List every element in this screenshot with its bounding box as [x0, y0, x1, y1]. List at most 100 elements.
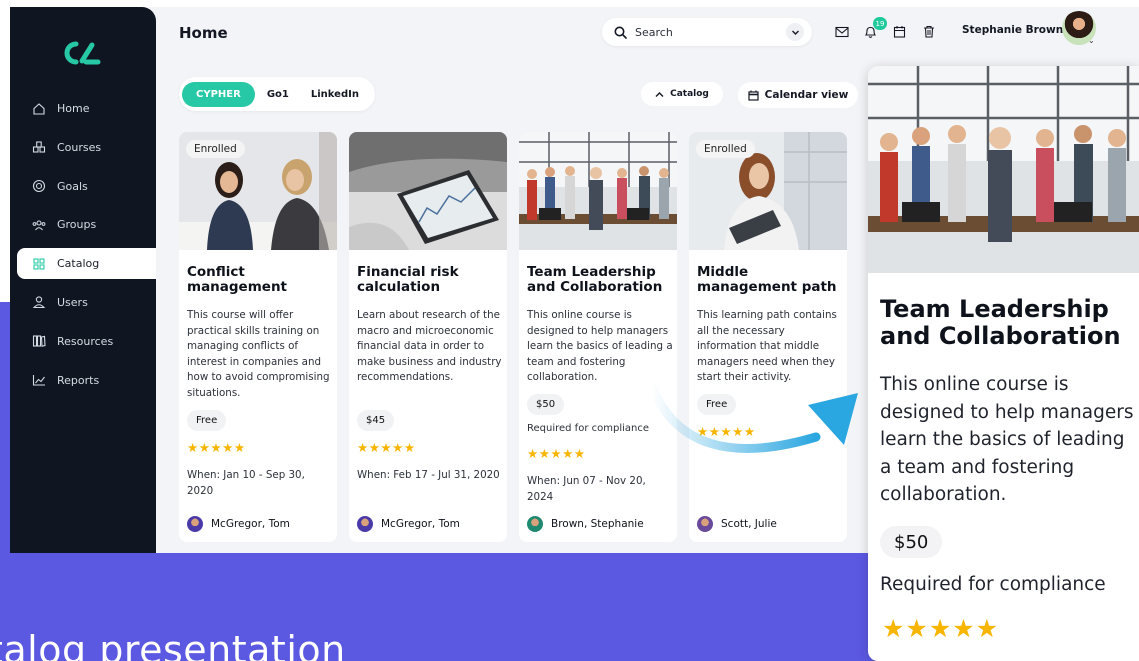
tab-linkedin[interactable]: LinkedIn	[301, 83, 369, 106]
calendar-view-button[interactable]: Calendar view	[738, 82, 858, 108]
course-image	[868, 66, 1139, 273]
reports-icon	[32, 373, 46, 387]
catalog-icon	[32, 257, 46, 271]
goals-icon	[32, 179, 46, 193]
catalog-button-label: Catalog	[670, 89, 709, 99]
course-author: Brown, Stephanie	[527, 516, 644, 532]
author-name: Brown, Stephanie	[551, 518, 644, 530]
resources-icon	[32, 334, 46, 348]
chevron-down-icon[interactable]: ⌄	[1088, 36, 1095, 45]
calendar-icon[interactable]	[892, 24, 907, 39]
course-dates: When: Jan 10 - Sep 30, 2020	[187, 469, 305, 497]
search-bar[interactable]	[602, 18, 812, 46]
rating-stars: ★★★★★	[187, 441, 246, 455]
course-title[interactable]: Conflict management	[187, 265, 332, 295]
calendar-icon	[748, 90, 759, 101]
sidebar: Home Courses Goals Groups Catalog Users …	[10, 7, 156, 553]
avatar	[697, 516, 713, 532]
course-card-team-leadership[interactable]: Team Leadership and Collaboration This o…	[519, 132, 677, 542]
search-input[interactable]	[635, 25, 775, 39]
course-image	[519, 132, 677, 250]
avatar	[357, 516, 373, 532]
user-icon	[32, 295, 46, 309]
price-badge: Free	[187, 410, 227, 431]
notification-badge: 19	[873, 17, 887, 30]
enrolled-badge: Enrolled	[696, 140, 755, 158]
tab-cypher[interactable]: CYPHER	[182, 81, 255, 107]
tab-go1[interactable]: Go1	[257, 83, 299, 106]
enrolled-badge: Enrolled	[186, 140, 245, 158]
zoomed-course-title: Team Leadership and Collaboration	[880, 295, 1121, 350]
author-name: McGregor, Tom	[211, 518, 290, 530]
course-image: Enrolled	[179, 132, 337, 250]
course-card-conflict-management[interactable]: Enrolled Conflict management This course…	[179, 132, 337, 542]
course-photo	[349, 132, 507, 250]
chevron-down-icon[interactable]	[786, 23, 804, 41]
course-title[interactable]: Middle management path	[697, 265, 842, 295]
rating-stars: ★★★★★	[527, 447, 586, 461]
zoomed-course-card[interactable]: Team Leadership and Collaboration This o…	[868, 66, 1139, 661]
sidebar-item-label: Reports	[57, 373, 100, 387]
sidebar-item-courses[interactable]: Courses	[17, 132, 156, 163]
price-badge: $45	[357, 410, 395, 431]
course-card-financial-risk[interactable]: Financial risk calculation Learn about r…	[349, 132, 507, 542]
course-description: This course will offer practical skills …	[187, 309, 330, 399]
source-tabs: CYPHER Go1 LinkedIn	[179, 77, 375, 111]
sidebar-item-label: Resources	[57, 334, 114, 348]
avatar	[527, 516, 543, 532]
course-dates: When: Feb 17 - Jul 31, 2020	[357, 469, 500, 481]
search-icon	[614, 26, 627, 39]
presentation-slide: talog presentation Home Courses Goals Gr…	[0, 0, 1139, 661]
sidebar-item-home[interactable]: Home	[17, 93, 156, 124]
sidebar-nav: Home Courses Goals Groups Catalog Users …	[17, 93, 156, 403]
user-name[interactable]: Stephanie Brown	[962, 24, 1063, 36]
course-title[interactable]: Team Leadership and Collaboration	[527, 265, 672, 295]
slide-caption: talog presentation	[0, 628, 346, 661]
price-badge: $50	[527, 394, 565, 415]
rating-stars: ★★★★★	[357, 441, 416, 455]
sidebar-item-catalog[interactable]: Catalog	[17, 248, 156, 280]
course-image	[349, 132, 507, 250]
courses-icon	[32, 140, 46, 154]
sidebar-item-label: Catalog	[57, 257, 100, 271]
course-description: This online course is designed to help m…	[527, 309, 673, 383]
course-description: Learn about research of the macro and mi…	[357, 309, 502, 383]
zoomed-price-badge: $50	[880, 526, 943, 558]
chevron-up-icon	[655, 91, 664, 97]
sidebar-item-resources[interactable]: Resources	[17, 326, 156, 357]
trash-icon[interactable]	[921, 24, 936, 39]
course-author: McGregor, Tom	[187, 516, 290, 532]
calendar-view-label: Calendar view	[764, 89, 849, 101]
author-name: McGregor, Tom	[381, 518, 460, 530]
sidebar-item-users[interactable]: Users	[17, 287, 156, 318]
course-photo	[519, 132, 677, 250]
course-author: McGregor, Tom	[357, 516, 460, 532]
course-image: Enrolled	[689, 132, 847, 250]
course-author: Scott, Julie	[697, 516, 777, 532]
compliance-label: Required for compliance	[527, 423, 649, 434]
mail-icon[interactable]	[834, 24, 849, 39]
home-icon	[32, 102, 46, 116]
sidebar-item-groups[interactable]: Groups	[17, 209, 156, 240]
sidebar-item-label: Groups	[57, 218, 97, 232]
bell-icon[interactable]: 19	[863, 17, 887, 39]
brand-logo[interactable]	[62, 40, 102, 66]
course-card-middle-management[interactable]: Enrolled Middle management path This lea…	[689, 132, 847, 542]
sidebar-item-goals[interactable]: Goals	[17, 171, 156, 202]
course-dates: When: Jun 07 - Nov 20, 2024	[527, 475, 646, 503]
catalog-button[interactable]: Catalog	[641, 82, 723, 106]
course-photo	[868, 66, 1139, 273]
sidebar-item-reports[interactable]: Reports	[17, 365, 156, 396]
sidebar-item-label: Goals	[57, 179, 88, 193]
zoomed-compliance-label: Required for compliance	[880, 574, 1106, 595]
avatar	[187, 516, 203, 532]
course-title[interactable]: Financial risk calculation	[357, 265, 502, 295]
zoomed-course-description: This online course is designed to help m…	[880, 374, 1134, 505]
zoomed-rating-stars: ★★★★★	[882, 615, 1000, 643]
sidebar-item-label: Courses	[57, 140, 102, 154]
sidebar-item-label: Users	[57, 295, 88, 309]
groups-icon	[32, 218, 46, 232]
course-description: This learning path contains all the nece…	[697, 309, 837, 383]
header-icons: 19	[834, 17, 936, 39]
author-name: Scott, Julie	[721, 518, 777, 530]
